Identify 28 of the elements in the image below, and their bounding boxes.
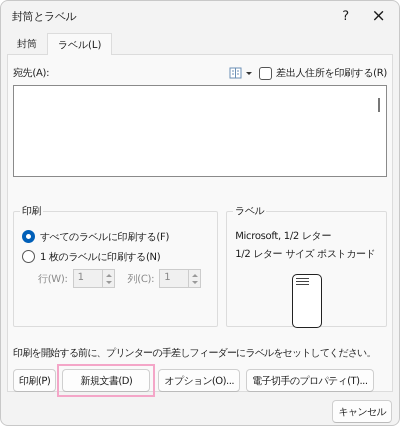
tab[interactable]: ラベル(L) xyxy=(47,33,112,55)
radio-label: すべてのラベルに印刷する(F) xyxy=(40,230,170,244)
radio-label: 1 枚のラベルに印刷する(N) xyxy=(40,250,160,264)
close-button[interactable]: × xyxy=(362,6,395,26)
help-button[interactable]: ? xyxy=(329,8,362,24)
label-card-icon xyxy=(292,274,322,328)
spinner-label: 列(C): xyxy=(128,272,154,286)
options-button[interactable]: オプション(O)... xyxy=(158,369,240,392)
window-title: 封筒とラベル xyxy=(12,8,78,24)
group-title: 印刷 xyxy=(20,204,44,218)
instruction-text: 印刷を開始する前に、プリンターの手差しフィーダーにラベルをセットしてください。 xyxy=(13,346,377,360)
radio-button[interactable] xyxy=(22,230,35,243)
postage-properties-button[interactable]: 電子切手のプロパティ(T)... xyxy=(246,369,374,392)
new-document-button[interactable]: 新規文書(D) xyxy=(62,369,150,392)
address-field[interactable] xyxy=(13,85,387,177)
tab[interactable]: 封筒 xyxy=(7,34,47,54)
scrollbar-thumb[interactable] xyxy=(378,98,380,112)
checkbox-label: 差出人住所を印刷する(R) xyxy=(276,66,387,80)
checkbox[interactable] xyxy=(259,66,272,80)
spinner-label: 行(W): xyxy=(38,272,68,286)
label-info: Microsoft, 1/2 レター xyxy=(235,230,332,244)
address-book-icon[interactable] xyxy=(229,67,254,79)
group-title: ラベル xyxy=(233,204,266,218)
cancel-button[interactable]: キャンセル xyxy=(332,400,392,423)
radio-button[interactable] xyxy=(22,250,35,263)
print-button[interactable]: 印刷(P) xyxy=(13,369,56,392)
label-info: 1/2 レター サイズ ポストカード xyxy=(235,248,376,262)
field-label: 宛先(A): xyxy=(13,66,50,80)
